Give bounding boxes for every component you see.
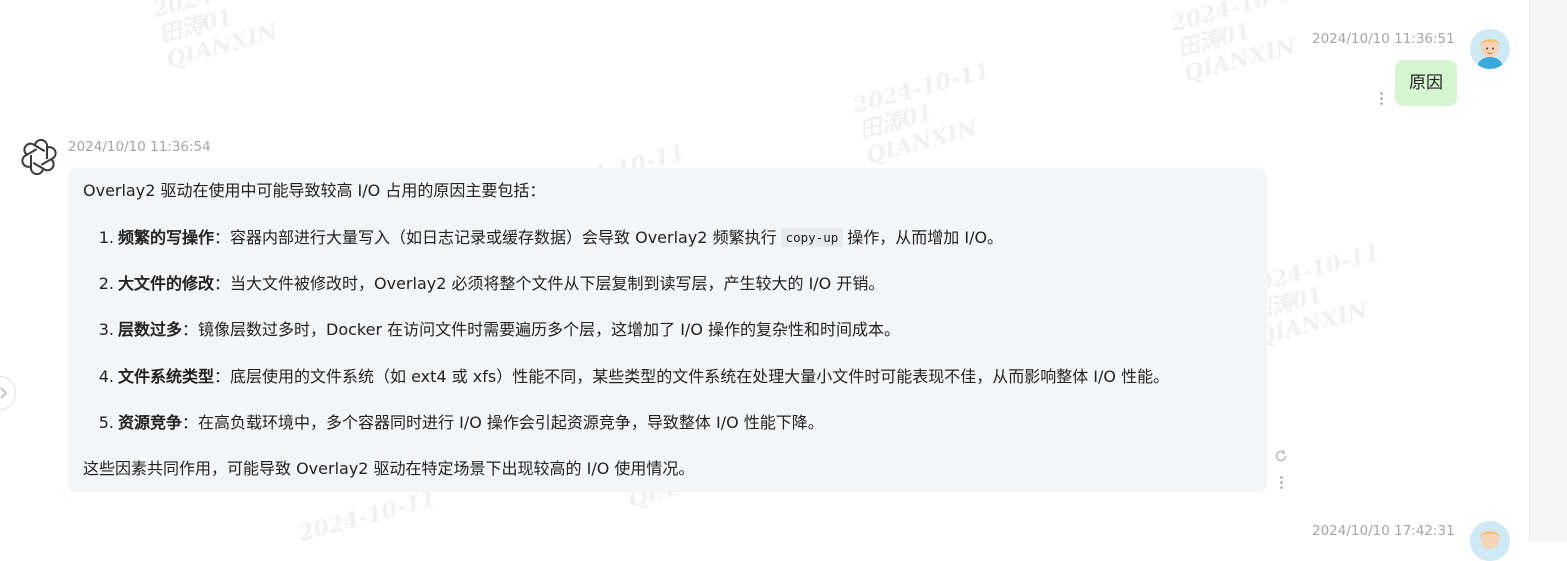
user-avatar [1470, 521, 1510, 561]
answer-list-item: 1. 频繁的写操作：容器内部进行大量写入（如日志记录或缓存数据）会导致 Overl… [96, 227, 1003, 250]
inline-code: copy-up [780, 228, 844, 247]
list-number: 3. [98, 320, 114, 339]
more-options-icon[interactable] [1279, 476, 1283, 490]
list-item-title: 大文件的修改 [118, 274, 215, 293]
list-number: 5. [98, 413, 114, 432]
scrollbar[interactable] [1529, 0, 1567, 542]
answer-intro: Overlay2 驱动在使用中可能导致较高 I/O 占用的原因主要包括： [83, 181, 546, 200]
answer-list-item: 2. 大文件的修改：当大文件被修改时，Overlay2 必须将整个文件从下层复制到… [96, 273, 885, 295]
more-options-icon[interactable] [1379, 92, 1383, 106]
refresh-icon [1275, 450, 1287, 462]
answer-list-item: 3. 层数过多：镜像层数过多时，Docker 在访问文件时需要遍历多个层，这增加了… [96, 319, 900, 341]
watermark: 2024-10-11 田涛01 QIANXIN [850, 57, 993, 170]
message-timestamp: 2024/10/10 11:36:51 [1312, 31, 1455, 47]
message-timestamp: 2024/10/10 17:42:31 [1312, 523, 1455, 539]
message-timestamp: 2024/10/10 11:36:54 [68, 139, 211, 155]
user-avatar-icon [1470, 521, 1510, 561]
watermark: 2024-10-11 田涛01 QIANXIN [1168, 0, 1311, 88]
answer-list-item: 4. 文件系统类型：底层使用的文件系统（如 ext4 或 xfs）性能不同，某些类… [96, 366, 1169, 388]
list-item-text: ：容器内部进行大量写入（如日志记录或缓存数据）会导致 Overlay2 频繁执行 [214, 228, 777, 247]
regenerate-icon[interactable] [1274, 448, 1288, 462]
list-item-text: 操作，从而增加 I/O。 [847, 228, 1004, 247]
answer-outro: 这些因素共同作用，可能导致 Overlay2 驱动在特定场景下出现较高的 I/O… [83, 459, 695, 478]
list-number: 2. [98, 274, 114, 293]
list-item-text: ：镜像层数过多时，Docker 在访问文件时需要遍历多个层，这增加了 I/O 操… [182, 320, 901, 339]
list-number: 4. [98, 367, 114, 386]
list-item-title: 层数过多 [118, 320, 183, 339]
list-item-text: ：底层使用的文件系统（如 ext4 或 xfs）性能不同，某些类型的文件系统在处… [214, 367, 1170, 386]
assistant-logo-svg [21, 138, 57, 176]
user-message-bubble: 原因 [1395, 60, 1457, 106]
user-avatar-icon [1470, 29, 1510, 69]
list-item-title: 资源竞争 [118, 413, 183, 432]
watermark: 2024-10-11 田涛01 QIANXIN [150, 0, 293, 74]
list-item-text: ：在高负载环境中，多个容器同时进行 I/O 操作会引起资源竞争，导致整体 I/O… [182, 413, 824, 432]
side-panel-toggle[interactable] [0, 376, 16, 410]
user-avatar [1470, 29, 1510, 69]
watermark: 2024-10-11 [296, 485, 439, 548]
chevron-right-icon [0, 387, 8, 399]
list-item-title: 频繁的写操作 [118, 228, 215, 247]
scrollbar-divider [1529, 0, 1530, 542]
list-item-title: 文件系统类型 [118, 367, 215, 386]
assistant-logo-icon [21, 138, 57, 176]
list-number: 1. [98, 228, 114, 247]
assistant-message-card: Overlay2 驱动在使用中可能导致较高 I/O 占用的原因主要包括： 1. 频… [68, 168, 1267, 492]
list-item-text: ：当大文件被修改时，Overlay2 必须将整个文件从下层复制到读写层，产生较大… [214, 274, 885, 293]
answer-list-item: 5. 资源竞争：在高负载环境中，多个容器同时进行 I/O 操作会引起资源竞争，导致… [96, 412, 824, 434]
